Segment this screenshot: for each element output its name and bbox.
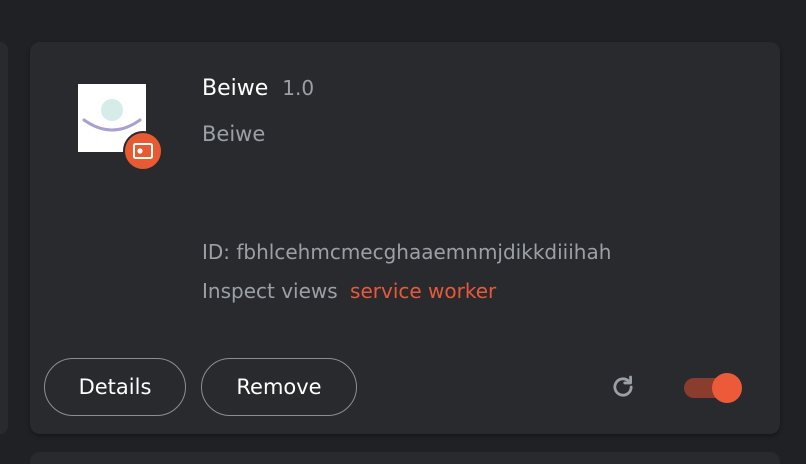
unpacked-extension-badge-icon bbox=[123, 131, 163, 171]
extension-name: Beiwe bbox=[202, 76, 269, 101]
remove-button[interactable]: Remove bbox=[201, 358, 357, 416]
extension-description: Beiwe bbox=[202, 122, 266, 146]
inspect-views-label: Inspect views bbox=[202, 279, 338, 303]
extension-id: ID: fbhlcehmcmecghaaemnmjdikkdiiihah bbox=[202, 240, 612, 264]
extension-title-row: Beiwe 1.0 bbox=[202, 76, 314, 101]
inspect-views-row: Inspect views service worker bbox=[202, 279, 496, 303]
service-worker-link[interactable]: service worker bbox=[350, 279, 496, 303]
details-button[interactable]: Details bbox=[44, 358, 186, 416]
adjacent-card-below bbox=[30, 452, 780, 464]
extension-card: Beiwe 1.0 Beiwe ID: fbhlcehmcmecghaaemnm… bbox=[30, 42, 780, 434]
reload-icon[interactable] bbox=[606, 370, 640, 404]
extension-icon-wrapper bbox=[78, 84, 163, 171]
adjacent-card-left bbox=[0, 42, 8, 434]
toggle-knob bbox=[712, 373, 742, 403]
extension-enable-toggle[interactable] bbox=[684, 373, 742, 403]
extension-version: 1.0 bbox=[282, 76, 315, 100]
